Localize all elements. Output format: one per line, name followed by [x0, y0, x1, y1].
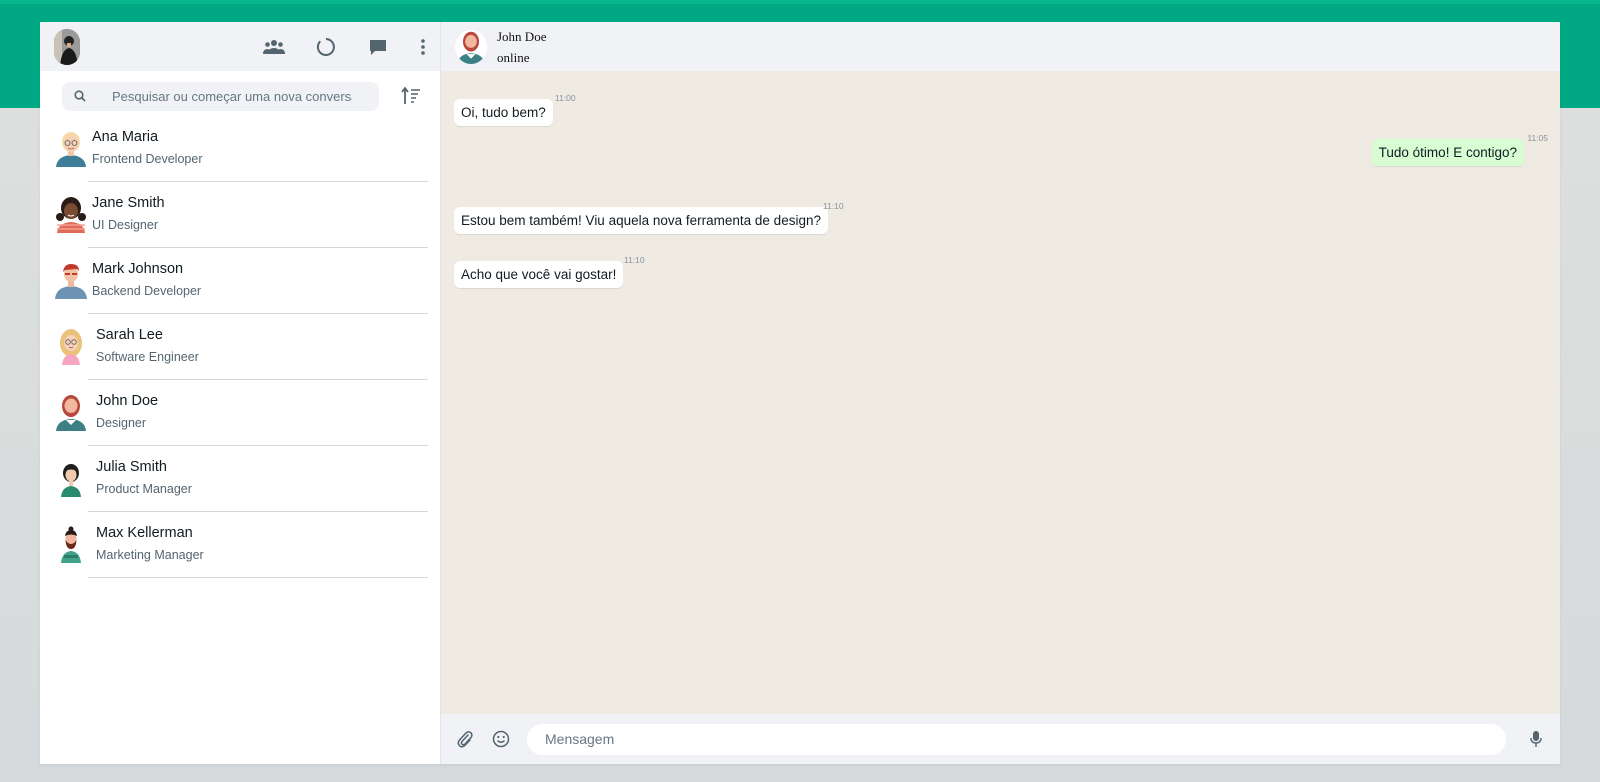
contact-name: Sarah Lee — [96, 327, 163, 343]
chat-contact-details: John Doe online — [497, 26, 546, 68]
contact-john-doe[interactable]: John Doe Designer — [40, 379, 440, 446]
message-incoming: Oi, tudo bem? 11:00 — [454, 93, 576, 126]
message-time: 11:05 — [1527, 133, 1548, 143]
chat-contact-avatar[interactable] — [455, 29, 487, 64]
contact-info: Jane Smith UI Designer — [88, 181, 428, 248]
sidebar-header — [40, 22, 440, 71]
menu-icon[interactable] — [418, 35, 428, 59]
contact-role: Frontend Developer — [92, 152, 203, 166]
contact-jane-smith[interactable]: Jane Smith UI Designer — [40, 181, 440, 248]
contact-julia-smith[interactable]: Julia Smith Product Manager — [40, 445, 440, 512]
search-box[interactable] — [62, 81, 379, 111]
woman-dark-hair-avatar — [54, 195, 88, 233]
message-incoming: Acho que você vai gostar! 11:10 — [454, 255, 645, 288]
chat-contact-status: online — [497, 49, 530, 65]
contact-info: Max Kellerman Marketing Manager — [88, 511, 428, 578]
message-outgoing: Tudo ótimo! E contigo? 11:05 — [1371, 133, 1548, 166]
contact-role: Product Manager — [96, 482, 192, 496]
contact-info: Sarah Lee Software Engineer — [88, 313, 428, 380]
contact-role: Software Engineer — [96, 350, 199, 364]
filter-sort-icon[interactable] — [399, 84, 423, 108]
contact-role: Designer — [96, 416, 147, 430]
message-incoming: Estou bem também! Viu aquela nova ferram… — [454, 201, 844, 234]
message-time: 11:10 — [624, 255, 645, 265]
emoji-icon[interactable] — [489, 727, 513, 751]
profile-avatar[interactable] — [54, 28, 80, 65]
app-window: Ana Maria Frontend Developer Jane Smith … — [40, 22, 1560, 764]
search-icon — [74, 90, 86, 102]
contact-name: Max Kellerman — [96, 525, 193, 541]
chat-header[interactable]: John Doe online — [441, 22, 1560, 71]
contact-max-kellerman[interactable]: Max Kellerman Marketing Manager — [40, 511, 440, 578]
woman-green-top-avatar — [54, 459, 88, 497]
attach-icon[interactable] — [453, 727, 477, 751]
community-icon[interactable] — [262, 35, 286, 59]
contact-info: Ana Maria Frontend Developer — [88, 115, 428, 182]
microphone-icon[interactable] — [1524, 727, 1548, 751]
contact-role: Marketing Manager — [96, 548, 204, 562]
profile-photo-icon — [54, 28, 80, 65]
chat-contact-name: John Doe — [497, 28, 547, 44]
message-input-wrapper[interactable] — [527, 723, 1506, 755]
message-time: 11:00 — [555, 93, 576, 103]
message-text: Acho que você vai gostar! — [454, 261, 624, 288]
woman-glasses-avatar — [54, 129, 88, 167]
search-input[interactable] — [110, 87, 354, 105]
woman-blonde-avatar — [54, 327, 88, 365]
chat-panel: John Doe online Oi, tudo bem? 11:00 Tudo… — [441, 22, 1560, 764]
contact-info: Mark Johnson Backend Developer — [88, 247, 428, 314]
contact-mark-johnson[interactable]: Mark Johnson Backend Developer — [40, 247, 440, 314]
man-beard-avatar — [54, 393, 88, 431]
contact-name: John Doe — [96, 393, 159, 409]
message-time: 11:10 — [823, 201, 844, 211]
contact-name: Julia Smith — [96, 459, 167, 475]
man-beard-green-avatar — [54, 525, 88, 563]
contact-sarah-lee[interactable]: Sarah Lee Software Engineer — [40, 313, 440, 380]
message-text: Tudo ótimo! E contigo? — [1371, 139, 1524, 166]
sidebar: Ana Maria Frontend Developer Jane Smith … — [40, 22, 441, 764]
message-area: Oi, tudo bem? 11:00 Tudo ótimo! E contig… — [441, 71, 1560, 714]
message-composer — [441, 714, 1560, 764]
man-red-hair-avatar — [54, 261, 88, 299]
new-chat-icon[interactable] — [366, 35, 390, 59]
sidebar-actions — [262, 35, 428, 59]
message-input[interactable] — [543, 730, 1506, 748]
contact-name: Mark Johnson — [92, 261, 184, 277]
contact-name: Ana Maria — [92, 129, 159, 145]
message-text: Estou bem também! Viu aquela nova ferram… — [454, 207, 828, 234]
top-accent-strip — [0, 0, 1600, 4]
contact-info: John Doe Designer — [88, 379, 428, 446]
message-text: Oi, tudo bem? — [454, 99, 553, 126]
contact-name: Jane Smith — [92, 195, 165, 211]
contact-info: Julia Smith Product Manager — [88, 445, 428, 512]
contact-list: Ana Maria Frontend Developer Jane Smith … — [40, 115, 440, 764]
contact-role: UI Designer — [92, 218, 158, 232]
status-icon[interactable] — [314, 35, 338, 59]
contact-ana-maria[interactable]: Ana Maria Frontend Developer — [40, 115, 440, 182]
contact-role: Backend Developer — [92, 284, 202, 298]
search-row — [40, 71, 440, 115]
